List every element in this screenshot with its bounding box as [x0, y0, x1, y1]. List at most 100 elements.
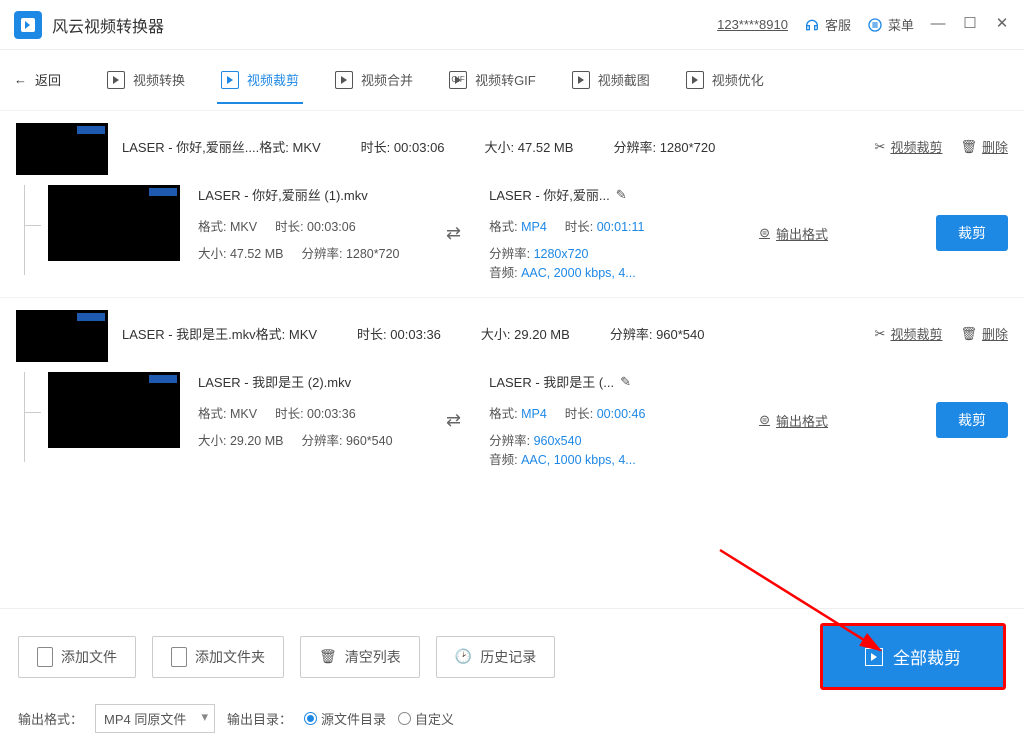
- dst-format: 格式: MP4: [489, 403, 547, 422]
- back-button[interactable]: ← 返回: [14, 70, 61, 89]
- list-item: LASER - 你好,爱丽丝....格式: MKV 时长: 00:03:06 大…: [0, 110, 1024, 281]
- minimize-button[interactable]: —: [930, 17, 946, 33]
- file-plus-icon: [37, 647, 53, 667]
- play-icon: [865, 648, 883, 666]
- edit-name-button[interactable]: ✎: [620, 374, 631, 390]
- add-folder-button[interactable]: 添加文件夹: [152, 636, 284, 678]
- radio-label: 自定义: [415, 709, 454, 728]
- cut-button[interactable]: 裁剪: [936, 402, 1008, 438]
- add-file-button[interactable]: 添加文件: [18, 636, 136, 678]
- radio-source-dir[interactable]: 源文件目录: [304, 709, 386, 728]
- output-format-label: 输出格式: [776, 411, 828, 430]
- src-format: 格式: MKV: [198, 403, 257, 422]
- trash-icon: 🗑: [319, 648, 337, 665]
- output-format-button[interactable]: ⊜ 输出格式: [759, 224, 828, 243]
- clock-icon: 🕑: [455, 648, 472, 665]
- radio-custom-dir[interactable]: 自定义: [398, 709, 454, 728]
- file-list: LASER - 你好,爱丽丝....格式: MKV 时长: 00:03:06 大…: [0, 110, 1024, 608]
- trash-icon: 🗑: [960, 139, 977, 155]
- titlebar: 风云视频转换器 123****8910 客服 菜单 — ☐ ✕: [0, 0, 1024, 50]
- dst-resolution: 分辨率: 960x540: [489, 430, 581, 449]
- headset-icon: [804, 17, 820, 33]
- tree-connector: [24, 372, 48, 462]
- app-logo: [14, 11, 42, 39]
- output-format-label: 输出格式: [776, 224, 828, 243]
- cut-label: 视频裁剪: [890, 324, 942, 343]
- tab-label: 视频裁剪: [247, 70, 299, 89]
- item-resolution: 分辨率: 1280*720: [613, 137, 715, 156]
- video-thumbnail[interactable]: [16, 123, 108, 175]
- cut-label: 视频裁剪: [890, 137, 942, 156]
- output-format-select[interactable]: MP4 同原文件: [95, 704, 215, 733]
- dst-duration: 时长: 00:00:46: [565, 403, 646, 422]
- delete-label: 删除: [982, 324, 1008, 343]
- video-thumbnail[interactable]: [16, 310, 108, 362]
- back-label: 返回: [35, 70, 61, 89]
- support-label: 客服: [825, 15, 851, 34]
- tab-convert[interactable]: 视频转换: [103, 70, 189, 103]
- scissors-icon: ✂: [875, 139, 886, 155]
- history-button[interactable]: 🕑 历史记录: [436, 636, 555, 678]
- cut-action[interactable]: ✂视频裁剪: [875, 137, 943, 156]
- screenshot-icon: [572, 71, 590, 89]
- menu-button[interactable]: 菜单: [867, 15, 914, 34]
- edit-name-button[interactable]: ✎: [616, 187, 627, 203]
- source-filename: LASER - 你好,爱丽丝 (1).mkv: [198, 185, 418, 204]
- gear-icon: ⊜: [759, 225, 770, 241]
- delete-action[interactable]: 🗑删除: [960, 137, 1008, 156]
- item-duration: 时长: 00:03:06: [361, 137, 445, 156]
- tab-label: 视频合并: [361, 70, 413, 89]
- src-resolution: 分辨率: 1280*720: [301, 243, 399, 262]
- cut-button[interactable]: 裁剪: [936, 215, 1008, 251]
- tab-label: 视频截图: [598, 70, 650, 89]
- tab-cut[interactable]: 视频裁剪: [217, 70, 303, 103]
- play-icon: [335, 71, 353, 89]
- video-thumbnail[interactable]: [48, 185, 180, 261]
- item-title: LASER - 我即是王.mkv格式: MKV: [122, 324, 317, 343]
- dest-filename: LASER - 我即是王 (...: [489, 372, 614, 391]
- clear-list-button[interactable]: 🗑 清空列表: [300, 636, 420, 678]
- radio-dot-icon: [304, 712, 317, 725]
- history-label: 历史记录: [480, 647, 536, 667]
- arrow-left-icon: ←: [14, 72, 27, 87]
- source-filename: LASER - 我即是王 (2).mkv: [198, 372, 418, 391]
- output-format-label: 输出格式：: [18, 709, 83, 728]
- src-format: 格式: MKV: [198, 216, 257, 235]
- item-title: LASER - 你好,爱丽丝....格式: MKV: [122, 137, 321, 156]
- bottom-bar: 添加文件 添加文件夹 🗑清空列表 🕑历史记录 全部裁剪 输出格式： MP4 同原…: [0, 608, 1024, 720]
- src-duration: 时长: 00:03:06: [275, 216, 356, 235]
- shuffle-icon[interactable]: ⇄: [438, 410, 469, 431]
- tab-optimize[interactable]: 视频优化: [682, 70, 768, 103]
- cut-action[interactable]: ✂视频裁剪: [875, 324, 943, 343]
- support-button[interactable]: 客服: [804, 15, 851, 34]
- radio-label: 源文件目录: [321, 709, 386, 728]
- output-format-button[interactable]: ⊜输出格式: [759, 411, 828, 430]
- item-resolution: 分辨率: 960*540: [610, 324, 705, 343]
- gif-icon: GIF: [449, 71, 467, 89]
- src-size: 大小: 29.20 MB: [198, 430, 283, 449]
- clear-list-label: 清空列表: [345, 647, 401, 667]
- cut-all-button[interactable]: 全部裁剪: [820, 623, 1006, 690]
- cut-all-label: 全部裁剪: [893, 644, 961, 669]
- delete-action[interactable]: 🗑 删除: [960, 324, 1008, 343]
- shuffle-icon[interactable]: ⇄: [438, 223, 469, 244]
- tab-label: 视频转GIF: [475, 70, 536, 89]
- video-thumbnail[interactable]: [48, 372, 180, 448]
- item-size: 大小: 47.52 MB: [485, 137, 574, 156]
- close-button[interactable]: ✕: [994, 17, 1010, 33]
- dst-duration: 时长: 00:01:11: [565, 216, 645, 235]
- user-id-link[interactable]: 123****8910: [717, 17, 788, 32]
- tab-gif[interactable]: GIF 视频转GIF: [445, 70, 540, 103]
- list-item: LASER - 我即是王.mkv格式: MKV 时长: 00:03:36 大小:…: [0, 297, 1024, 468]
- maximize-button[interactable]: ☐: [962, 17, 978, 33]
- tab-label: 视频优化: [712, 70, 764, 89]
- tree-connector: [24, 185, 48, 275]
- dest-filename: LASER - 你好,爱丽...: [489, 185, 610, 204]
- trash-icon: 🗑: [960, 326, 977, 342]
- play-icon: [107, 71, 125, 89]
- dst-audio: 音频: AAC, 2000 kbps, 4...: [489, 262, 636, 281]
- tab-screenshot[interactable]: 视频截图: [568, 70, 654, 103]
- app-title: 风云视频转换器: [52, 13, 164, 37]
- play-icon: [221, 71, 239, 89]
- tab-merge[interactable]: 视频合并: [331, 70, 417, 103]
